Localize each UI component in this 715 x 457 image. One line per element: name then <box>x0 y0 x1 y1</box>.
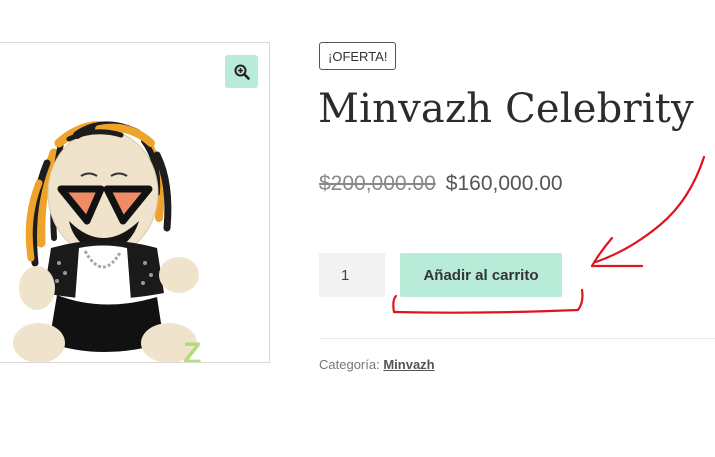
original-price: $200,000.00 <box>319 172 436 195</box>
zoom-in-icon <box>234 64 250 80</box>
product-meta: Categoría: Minvazh <box>319 357 435 372</box>
plush-doll-image: Z <box>13 121 201 363</box>
sale-price: $160,000.00 <box>445 172 563 195</box>
product-title: Minvazh Celebrity <box>318 86 694 132</box>
divider <box>319 338 715 339</box>
category-label: Categoría: <box>319 357 380 372</box>
product-image-frame[interactable]: Z <box>0 42 270 363</box>
sale-badge: ¡OFERTA! <box>319 42 397 70</box>
price-row: $200,000.00 $160,000.00 <box>319 172 563 196</box>
add-to-cart-button[interactable]: Añadir al carrito <box>400 253 562 297</box>
watermark-z: Z <box>183 337 201 363</box>
quantity-input[interactable] <box>319 253 385 297</box>
zoom-button[interactable] <box>225 55 258 88</box>
category-link[interactable]: Minvazh <box>383 357 434 372</box>
